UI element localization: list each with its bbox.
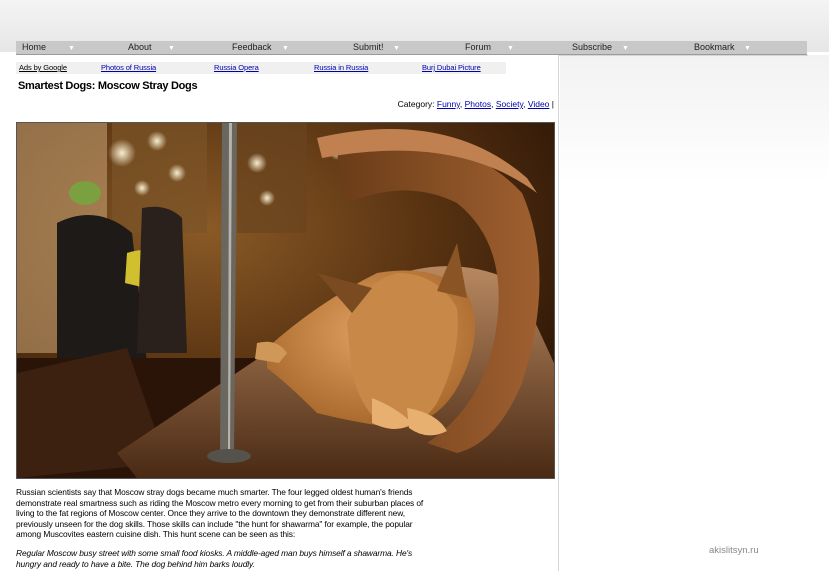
nav-label: Bookmark	[694, 42, 735, 52]
nav-submit[interactable]: Submit! ▼	[353, 41, 400, 54]
chevron-down-icon: ▼	[282, 45, 289, 52]
category-end: |	[551, 99, 554, 109]
category-link-photos[interactable]: Photos	[465, 99, 491, 109]
ad-link[interactable]: Burj Dubai Picture	[422, 63, 481, 72]
sidebar-top-divider	[558, 55, 808, 56]
nav-label: Subscribe	[572, 42, 613, 52]
article-paragraph: Regular Moscow busy street with some sma…	[16, 547, 413, 569]
nav-feedback[interactable]: Feedback ▼	[232, 41, 289, 54]
nav-subscribe[interactable]: Subscribe ▼	[572, 41, 629, 54]
watermark: akislitsyn.ru	[709, 545, 759, 556]
nav-forum[interactable]: Forum ▼	[465, 41, 514, 54]
nav-home[interactable]: Home ▼	[22, 41, 75, 54]
chevron-down-icon: ▼	[507, 45, 514, 52]
category-line: Category: Funny, Photos, Society, Video …	[397, 99, 554, 109]
article-paragraph: Russian scientists say that Moscow stray…	[16, 487, 424, 540]
column-divider	[558, 55, 559, 571]
ads-by-google-link[interactable]: Ads by Google	[19, 63, 67, 72]
nav-label: Home	[22, 42, 47, 52]
nav-label: About	[128, 42, 152, 52]
category-label: Category:	[397, 99, 435, 109]
category-link-society[interactable]: Society	[496, 99, 523, 109]
article-body: Russian scientists say that Moscow stray…	[16, 487, 426, 577]
ad-link[interactable]: Russia in Russia	[314, 63, 368, 72]
nav-label: Feedback	[232, 42, 272, 52]
ad-link[interactable]: Russia Opera	[214, 63, 259, 72]
sleeping-dog-photo	[17, 123, 554, 478]
nav-about[interactable]: About ▼	[128, 41, 175, 54]
chevron-down-icon: ▼	[744, 45, 751, 52]
article-photo	[16, 122, 555, 479]
chevron-down-icon: ▼	[68, 45, 75, 52]
nav-label: Submit!	[353, 42, 384, 52]
nav-label: Forum	[465, 42, 492, 52]
chevron-down-icon: ▼	[393, 45, 400, 52]
nav-bookmark[interactable]: Bookmark ▼	[694, 41, 751, 54]
nav-bar: Home ▼ About ▼ Feedback ▼ Submit! ▼ Foru…	[16, 41, 807, 55]
category-link-video[interactable]: Video	[528, 99, 550, 109]
category-link-funny[interactable]: Funny	[437, 99, 460, 109]
ad-link[interactable]: Photos of Russia	[101, 63, 156, 72]
sidebar-area	[560, 55, 829, 571]
ad-links-bar: Ads by Google Photos of Russia Russia Op…	[16, 62, 506, 74]
chevron-down-icon: ▼	[168, 45, 175, 52]
page-title: Smartest Dogs: Moscow Stray Dogs	[18, 80, 198, 92]
chevron-down-icon: ▼	[622, 45, 629, 52]
